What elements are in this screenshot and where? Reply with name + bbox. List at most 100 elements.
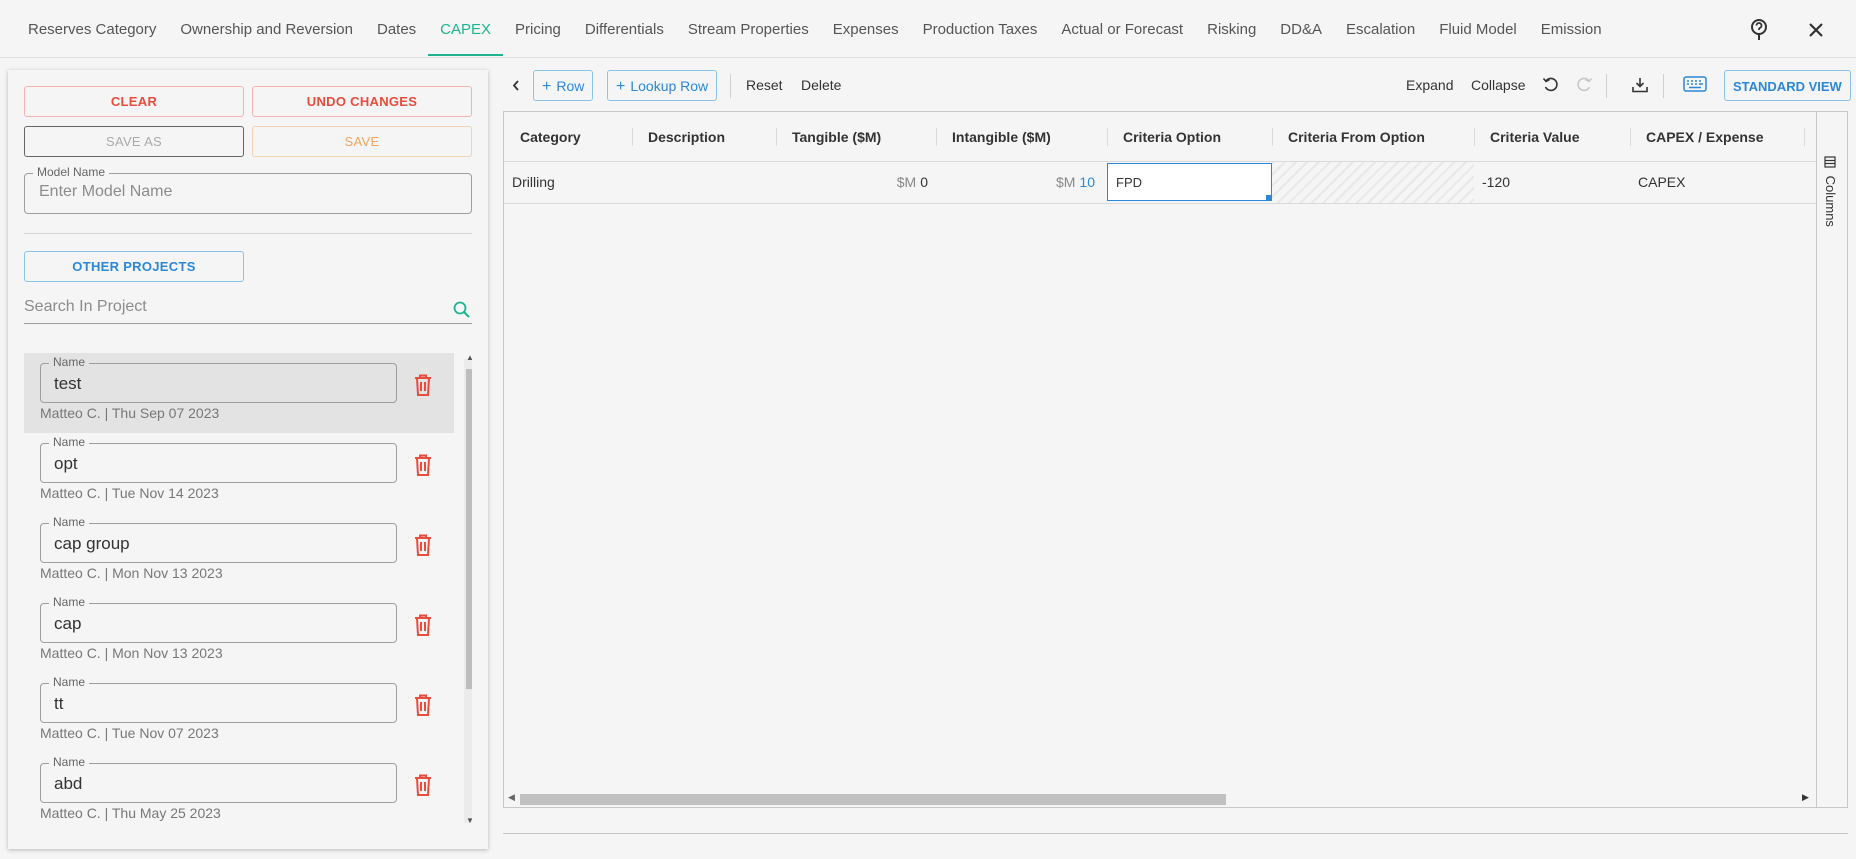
list-item[interactable]: Name opt Matteo C. | Tue Nov 14 2023	[24, 433, 454, 513]
model-name: abd	[54, 774, 83, 793]
columns-side-panel: Columns	[1816, 112, 1847, 807]
clear-button[interactable]: CLEAR	[24, 86, 244, 117]
lookup-row-button[interactable]: + Lookup Row	[607, 70, 718, 101]
name-field[interactable]: Name abd	[40, 755, 397, 803]
collapse-panel-chevron-icon[interactable]	[511, 70, 521, 101]
cell-capex-expense[interactable]: CAPEX	[1638, 162, 1685, 203]
keyboard-icon[interactable]	[1683, 76, 1707, 96]
cell-category[interactable]: Drilling	[512, 162, 555, 203]
columns-toggle-button[interactable]: Columns	[1823, 156, 1838, 227]
table-row: Drilling $M 0 $M 10 FPD -120 CAPEX	[504, 162, 1816, 204]
cell-description[interactable]	[632, 162, 776, 203]
grid-toolbar: + Row + Lookup Row Reset Delete Expand Col…	[503, 70, 1851, 106]
search-icon[interactable]	[452, 300, 472, 320]
expand-button[interactable]: Expand	[1406, 70, 1453, 101]
other-projects-button[interactable]: OTHER PROJECTS	[24, 251, 244, 282]
name-label: Name	[49, 755, 90, 769]
column-header-criteria-value[interactable]: Criteria Value	[1474, 112, 1580, 162]
trash-icon[interactable]	[412, 693, 434, 717]
cell-intangible[interactable]: $M 10	[936, 162, 1095, 203]
tab-emission[interactable]: Emission	[1529, 0, 1614, 58]
divider	[24, 233, 472, 234]
cell-tangible[interactable]: $M 0	[776, 162, 928, 203]
model-list: Name test Matteo C. | Thu Sep 07 2023 Na…	[24, 353, 472, 827]
project-search	[24, 296, 472, 324]
name-label: Name	[49, 355, 90, 369]
add-row-button[interactable]: + Row	[533, 70, 594, 101]
column-header-criteria-option[interactable]: Criteria Option	[1107, 112, 1221, 162]
tab-actual-or-forecast[interactable]: Actual or Forecast	[1049, 0, 1195, 58]
tab-stream-properties[interactable]: Stream Properties	[676, 0, 821, 58]
list-item[interactable]: Name test Matteo C. | Thu Sep 07 2023	[24, 353, 454, 433]
name-field[interactable]: Name tt	[40, 675, 397, 723]
column-separator[interactable]	[1804, 128, 1805, 146]
model-name-field: Model Name	[24, 165, 472, 214]
tab-fluid-model[interactable]: Fluid Model	[1427, 0, 1529, 58]
name-field[interactable]: Name opt	[40, 435, 397, 483]
tab-pricing[interactable]: Pricing	[503, 0, 573, 58]
redo-icon[interactable]	[1575, 76, 1593, 96]
trash-icon[interactable]	[412, 533, 434, 557]
scroll-up-arrow-icon[interactable]: ▲	[466, 353, 472, 362]
save-as-button[interactable]: SAVE AS	[24, 126, 244, 157]
cell-criteria-value[interactable]: -120	[1482, 162, 1510, 203]
name-field[interactable]: Name cap group	[40, 515, 397, 563]
scroll-right-arrow-icon[interactable]: ▶	[1802, 792, 1809, 803]
model-name: test	[54, 374, 82, 393]
undo-icon[interactable]	[1542, 76, 1560, 96]
tab-ownership-and-reversion[interactable]: Ownership and Reversion	[168, 0, 365, 58]
tab-capex[interactable]: CAPEX	[428, 0, 503, 58]
save-button[interactable]: SAVE	[252, 126, 472, 157]
column-header-category[interactable]: Category	[504, 112, 581, 162]
tab-dda[interactable]: DD&A	[1268, 0, 1334, 58]
download-icon[interactable]	[1631, 76, 1649, 96]
search-input[interactable]	[24, 298, 444, 316]
scroll-down-arrow-icon[interactable]: ▼	[466, 816, 472, 825]
name-field[interactable]: Name test	[40, 355, 397, 403]
model-meta: Matteo C. | Tue Nov 07 2023	[40, 725, 219, 741]
trash-icon[interactable]	[412, 453, 434, 477]
tab-differentials[interactable]: Differentials	[573, 0, 676, 58]
collapse-button[interactable]: Collapse	[1471, 70, 1525, 101]
tab-escalation[interactable]: Escalation	[1334, 0, 1427, 58]
cell-criteria-option[interactable]: FPD	[1107, 163, 1272, 201]
tab-dates[interactable]: Dates	[365, 0, 428, 58]
footer-divider	[503, 833, 1848, 834]
capex-grid: Category Description Tangible ($M) Intan…	[503, 111, 1848, 808]
grid-horizontal-scrollbar[interactable]: ◀ ▶	[504, 790, 1816, 807]
list-item[interactable]: Name cap group Matteo C. | Mon Nov 13 20…	[24, 513, 454, 593]
name-field[interactable]: Name cap	[40, 595, 397, 643]
trash-icon[interactable]	[412, 613, 434, 637]
name-label: Name	[49, 515, 90, 529]
reset-button[interactable]: Reset	[746, 70, 783, 101]
horizontal-scrollbar-thumb[interactable]	[520, 794, 1226, 805]
column-header-tangible[interactable]: Tangible ($M)	[776, 112, 881, 162]
column-header-intangible[interactable]: Intangible ($M)	[936, 112, 1051, 162]
model-name: opt	[54, 454, 78, 473]
model-name-input[interactable]	[39, 183, 459, 201]
help-icon[interactable]	[1747, 18, 1771, 42]
model-name: tt	[54, 694, 64, 713]
tab-risking[interactable]: Risking	[1195, 0, 1268, 58]
undo-changes-button[interactable]: UNDO CHANGES	[252, 86, 472, 117]
column-header-criteria-from-option[interactable]: Criteria From Option	[1272, 112, 1425, 162]
standard-view-button[interactable]: STANDARD VIEW	[1724, 70, 1851, 101]
tab-reserves-category[interactable]: Reserves Category	[16, 0, 168, 58]
trash-icon[interactable]	[412, 773, 434, 797]
model-meta: Matteo C. | Thu May 25 2023	[40, 805, 221, 821]
list-item[interactable]: Name cap Matteo C. | Mon Nov 13 2023	[24, 593, 454, 673]
tab-production-taxes[interactable]: Production Taxes	[911, 0, 1050, 58]
name-label: Name	[49, 675, 90, 689]
trash-icon[interactable]	[412, 373, 434, 397]
list-item[interactable]: Name tt Matteo C. | Tue Nov 07 2023	[24, 673, 454, 753]
model-name: cap	[54, 614, 82, 633]
close-icon[interactable]	[1804, 18, 1828, 42]
tab-expenses[interactable]: Expenses	[821, 0, 911, 58]
model-meta: Matteo C. | Tue Nov 14 2023	[40, 485, 219, 501]
scroll-left-arrow-icon[interactable]: ◀	[508, 792, 515, 803]
column-header-description[interactable]: Description	[632, 112, 725, 162]
delete-button[interactable]: Delete	[801, 70, 841, 101]
list-scrollbar-thumb[interactable]	[466, 369, 472, 689]
column-header-capex-expense[interactable]: CAPEX / Expense	[1630, 112, 1764, 162]
list-item[interactable]: Name abd Matteo C. | Thu May 25 2023	[24, 753, 454, 827]
